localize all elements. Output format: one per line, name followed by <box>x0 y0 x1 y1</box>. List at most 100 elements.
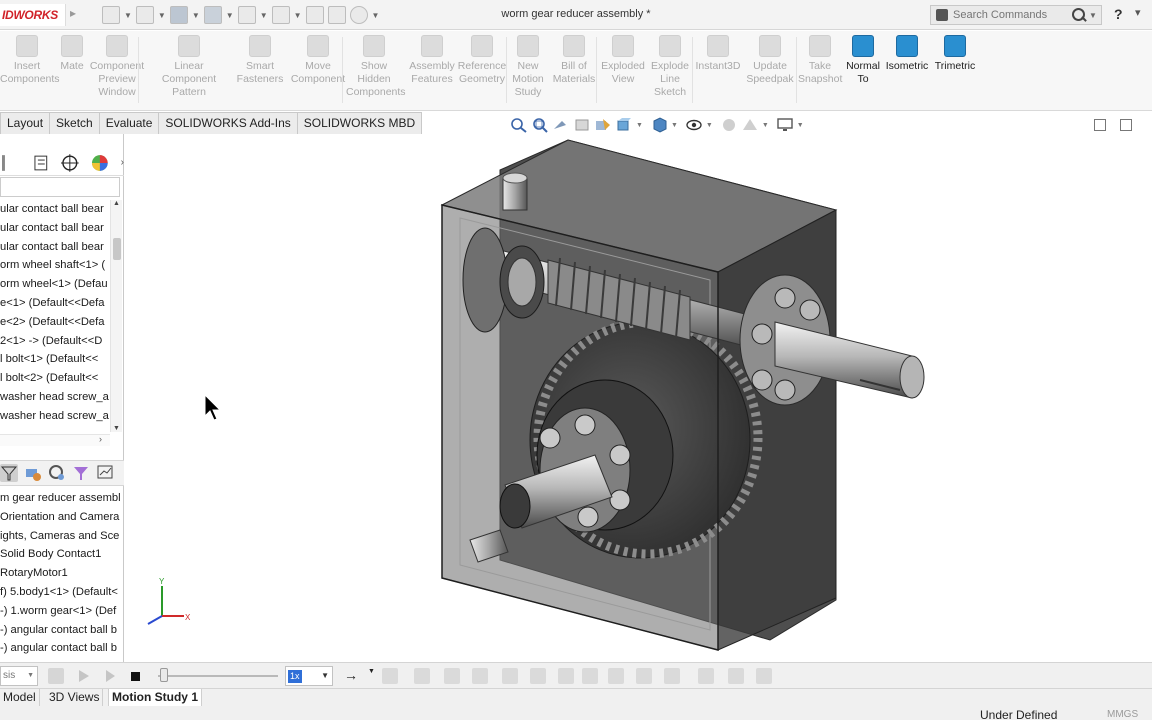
chevron-down-icon[interactable]: ▼ <box>27 667 34 685</box>
ribbon-button-18[interactable]: Trimetric <box>930 35 980 73</box>
search-commands-box[interactable]: ▼ <box>930 5 1102 25</box>
chevron-down-icon[interactable]: ▼ <box>636 122 643 129</box>
ribbon-button-10[interactable]: Bill of Materials <box>550 35 598 86</box>
select-icon[interactable] <box>271 6 290 24</box>
zoom-to-fit-icon[interactable] <box>510 117 528 133</box>
appearance-manager-icon[interactable] <box>91 154 109 172</box>
help-icon[interactable]: ? <box>1114 6 1123 22</box>
study-type-select[interactable]: sis ▼ <box>0 666 38 686</box>
play-icon[interactable] <box>102 668 118 684</box>
timeline-slider[interactable] <box>160 668 168 682</box>
file-properties-icon[interactable] <box>327 6 346 24</box>
chevron-down-icon[interactable]: ▼ <box>192 11 200 20</box>
print-icon[interactable] <box>203 6 222 24</box>
ribbon-button-17[interactable]: Isometric <box>884 35 930 73</box>
motion-tree-item[interactable]: RotaryMotor1 <box>0 564 124 583</box>
pin-icon[interactable]: ▾ <box>1135 6 1141 19</box>
scrollbar-thumb[interactable] <box>113 238 121 260</box>
units-indicator[interactable]: MMGS <box>1107 709 1138 720</box>
feature-tree-item[interactable]: l bolt<2> (Default<< <box>0 369 110 388</box>
bottom-tab[interactable]: Model <box>0 689 40 706</box>
feature-tree-item[interactable]: ular contact ball bear <box>0 219 110 238</box>
feature-tree-item[interactable]: ular contact ball bear <box>0 238 110 257</box>
motion-tree-item[interactable]: Orientation and Camera <box>0 508 124 527</box>
chevron-down-icon[interactable]: ▼ <box>706 122 713 129</box>
bottom-tab[interactable]: 3D Views <box>46 689 104 706</box>
motion-tree-item[interactable]: m gear reducer assembl <box>0 489 124 508</box>
command-tab[interactable]: Evaluate <box>98 112 160 134</box>
ribbon-button-1[interactable]: Mate <box>56 35 88 73</box>
motion-tree-item[interactable]: f) 5.body1<1> (Default< <box>0 583 124 602</box>
scroll-right-icon[interactable]: › <box>99 434 102 444</box>
motion-tree-item[interactable]: -) angular contact ball b <box>0 639 124 658</box>
chevron-down-icon[interactable]: ▼ <box>226 11 234 20</box>
feature-tree-item[interactable]: 2<1> -> (Default<<D <box>0 332 110 351</box>
filter-results-icon[interactable] <box>96 464 114 482</box>
autokey-icon[interactable] <box>414 668 430 684</box>
feature-tree-item[interactable]: l bolt<1> (Default<< <box>0 350 110 369</box>
feature-tree-hscrollbar[interactable]: › <box>0 434 110 446</box>
command-tab[interactable]: SOLIDWORKS MBD <box>296 112 423 134</box>
motion-tree-item[interactable]: ights, Cameras and Sce <box>0 527 124 546</box>
ribbon-button-6[interactable]: Show Hidden Components <box>346 35 406 99</box>
command-tab[interactable]: Sketch <box>49 112 100 134</box>
chevron-down-icon[interactable]: ▼ <box>797 122 804 129</box>
chevron-down-icon[interactable]: ▼ <box>1089 11 1097 20</box>
force-icon[interactable] <box>558 668 574 684</box>
feature-tree-scrollbar[interactable]: ▲ ▼ <box>110 200 122 432</box>
ribbon-button-0[interactable]: Insert Components <box>0 35 60 86</box>
playback-mode-icon[interactable]: → <box>344 668 360 684</box>
ribbon-button-16[interactable]: Normal To <box>842 35 884 86</box>
motion-tree-item[interactable]: Solid Body Contact1 <box>0 545 124 564</box>
filter-driving-icon[interactable] <box>48 464 66 482</box>
chevron-down-icon[interactable]: ▼ <box>294 11 302 20</box>
ribbon-button-12[interactable]: Explode Line Sketch <box>646 35 694 99</box>
restore-viewport-icon[interactable] <box>1094 119 1106 131</box>
search-input[interactable] <box>953 9 1071 21</box>
animation-wizard-icon[interactable] <box>728 668 744 684</box>
chevron-down-icon[interactable]: ▼ <box>124 11 132 20</box>
filter-icon[interactable] <box>0 464 18 482</box>
key-point-icon[interactable] <box>382 668 398 684</box>
ribbon-button-15[interactable]: Take Snapshot <box>798 35 842 86</box>
previous-view-icon[interactable] <box>552 117 570 133</box>
property-manager-icon[interactable] <box>32 154 50 172</box>
save-animation-icon[interactable] <box>698 668 714 684</box>
solidworks-logo[interactable]: IDWORKS <box>0 4 66 26</box>
motion-tree-item[interactable]: -) angular contact ball b <box>0 621 124 640</box>
maximize-viewport-icon[interactable] <box>1120 119 1132 131</box>
apply-scene-icon[interactable] <box>741 117 759 133</box>
display-style-icon[interactable] <box>650 117 668 133</box>
calculate-icon[interactable] <box>48 668 64 684</box>
feature-tree-item[interactable]: orm wheel<1> (Defau <box>0 275 110 294</box>
chevron-down-icon[interactable]: ▼ <box>260 11 268 20</box>
motion-tree-item[interactable]: -) 1.worm gear<1> (Def <box>0 602 124 621</box>
contact-icon[interactable] <box>582 668 598 684</box>
feature-filter-field[interactable] <box>0 177 120 197</box>
edit-appearance-icon[interactable] <box>720 117 738 133</box>
ribbon-button-7[interactable]: Assembly Features <box>406 35 458 86</box>
dynamic-annotation-icon[interactable] <box>594 117 612 133</box>
scroll-up-icon[interactable]: ▲ <box>113 200 120 207</box>
results-icon[interactable] <box>636 668 652 684</box>
damper-icon[interactable] <box>530 668 546 684</box>
chevron-right-icon[interactable]: › <box>121 157 124 168</box>
open-icon[interactable] <box>135 6 154 24</box>
chevron-down-icon[interactable]: ▼ <box>762 122 769 129</box>
search-scope-icon[interactable] <box>936 9 948 21</box>
configuration-manager-icon[interactable] <box>61 153 79 172</box>
command-tab[interactable]: Layout <box>0 112 51 134</box>
zoom-to-area-icon[interactable] <box>531 117 549 133</box>
feature-tree-item[interactable]: e<2> (Default<<Defa <box>0 313 110 332</box>
search-icon[interactable] <box>1071 7 1087 23</box>
filter-animated-icon[interactable] <box>24 464 42 482</box>
hide-show-items-icon[interactable] <box>685 117 703 133</box>
timeline-track[interactable] <box>158 675 278 677</box>
section-view-icon[interactable] <box>573 117 591 133</box>
graphics-area[interactable] <box>125 134 1152 662</box>
chevron-down-icon[interactable]: ▼ <box>158 11 166 20</box>
filter-selected-icon[interactable] <box>72 464 90 482</box>
spring-icon[interactable] <box>502 668 518 684</box>
rebuild-icon[interactable] <box>305 6 324 24</box>
gravity-icon[interactable] <box>608 668 624 684</box>
